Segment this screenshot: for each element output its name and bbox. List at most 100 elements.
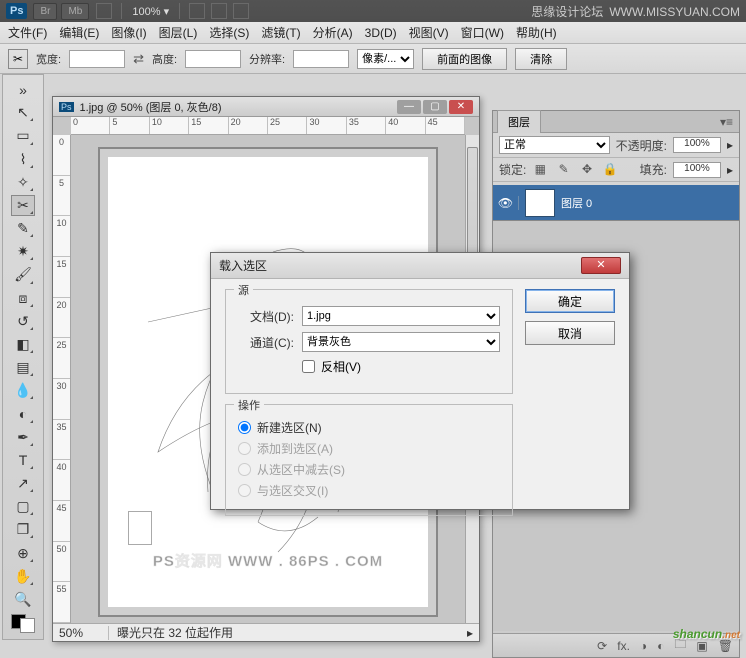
intersect-selection-label: 与选区交叉(I) bbox=[257, 482, 328, 499]
arrange-icon[interactable] bbox=[211, 3, 227, 19]
pen-tool[interactable]: ✒ bbox=[11, 427, 35, 448]
divider bbox=[179, 3, 180, 19]
menu-window[interactable]: 窗口(W) bbox=[461, 24, 504, 41]
eyedropper-tool[interactable]: ✎ bbox=[11, 218, 35, 239]
close-button[interactable]: ✕ bbox=[449, 100, 473, 114]
3d-camera-tool[interactable]: ⊕ bbox=[11, 542, 35, 563]
add-selection-radio bbox=[238, 442, 251, 455]
gradient-tool[interactable]: ▤ bbox=[11, 357, 35, 378]
ruler-vertical: 0510152025303540455055 bbox=[53, 135, 71, 623]
options-bar: ✂ 宽度: ⇄ 高度: 分辨率: 像素/... 前面的图像 清除 bbox=[0, 44, 746, 74]
lock-all-icon[interactable]: 🔒 bbox=[602, 162, 618, 178]
move-tool[interactable]: ↖ bbox=[11, 102, 35, 123]
clear-button[interactable]: 清除 bbox=[515, 48, 567, 70]
new-selection-radio[interactable] bbox=[238, 421, 251, 434]
opacity-value[interactable]: 100% bbox=[673, 137, 721, 153]
menu-image[interactable]: 图像(I) bbox=[111, 24, 146, 41]
layer-name[interactable]: 图层 0 bbox=[561, 195, 592, 211]
opacity-arrow-icon[interactable]: ▸ bbox=[727, 138, 733, 152]
invert-checkbox[interactable] bbox=[302, 360, 315, 373]
eraser-tool[interactable]: ◧ bbox=[11, 334, 35, 355]
menu-select[interactable]: 选择(S) bbox=[209, 24, 249, 41]
brush-tool[interactable]: 🖌 bbox=[11, 264, 35, 285]
3d-tool[interactable]: ❐ bbox=[11, 519, 35, 540]
brand-bar: Ps Br Mb 100% ▾ 思缘设计论坛 WWW.MISSYUAN.COM bbox=[0, 0, 746, 22]
subtract-selection-label: 从选区中减去(S) bbox=[257, 461, 345, 478]
ok-button[interactable]: 确定 bbox=[525, 289, 615, 313]
layers-tab[interactable]: 图层 bbox=[497, 110, 541, 133]
front-image-button[interactable]: 前面的图像 bbox=[422, 48, 507, 70]
history-brush-tool[interactable]: ↺ bbox=[11, 311, 35, 332]
watermark-text: PS资源网 WWW . 86PS . COM bbox=[100, 550, 436, 571]
document-select[interactable]: 1.jpg bbox=[302, 306, 500, 326]
document-label: 文档(D): bbox=[238, 308, 294, 325]
visibility-icon[interactable]: 👁 bbox=[493, 196, 519, 210]
menu-3d[interactable]: 3D(D) bbox=[365, 26, 397, 40]
toolbox: » ↖ ▭ ⌇ ✧ ✂ ✎ ✷ 🖌 ⧈ ↺ ◧ ▤ 💧 ◐ ✒ T ↗ ▢ ❐ … bbox=[2, 74, 44, 640]
panel-menu-icon[interactable]: ▾≡ bbox=[714, 115, 739, 129]
zoom-tool[interactable]: 🔍 bbox=[11, 589, 35, 610]
cancel-button[interactable]: 取消 bbox=[525, 321, 615, 345]
swap-icon[interactable]: ⇄ bbox=[133, 51, 144, 67]
layer-item[interactable]: 👁 图层 0 bbox=[493, 185, 739, 221]
screen-mode-icon[interactable] bbox=[233, 3, 249, 19]
hand-icon[interactable] bbox=[189, 3, 205, 19]
ps-logo-icon: Ps bbox=[6, 3, 27, 19]
fill-label: 填充: bbox=[640, 161, 667, 178]
marquee-tool[interactable]: ▭ bbox=[11, 125, 35, 146]
dialog-close-button[interactable]: ✕ bbox=[581, 257, 621, 274]
blend-mode-select[interactable]: 正常 bbox=[499, 136, 610, 154]
minibridge-button[interactable]: Mb bbox=[61, 3, 89, 20]
shape-tool[interactable]: ▢ bbox=[11, 496, 35, 517]
rulers-icon[interactable] bbox=[96, 3, 112, 19]
dodge-tool[interactable]: ◐ bbox=[11, 403, 35, 424]
intersect-selection-radio bbox=[238, 484, 251, 497]
lasso-tool[interactable]: ⌇ bbox=[11, 149, 35, 170]
width-input[interactable] bbox=[69, 50, 125, 68]
minimize-button[interactable]: — bbox=[397, 100, 421, 114]
path-tool[interactable]: ↗ bbox=[11, 473, 35, 494]
lock-transparent-icon[interactable]: ▦ bbox=[532, 162, 548, 178]
fill-arrow-icon[interactable]: ▸ bbox=[727, 163, 733, 177]
lock-pixels-icon[interactable]: ✎ bbox=[556, 162, 572, 178]
menu-analysis[interactable]: 分析(A) bbox=[313, 24, 353, 41]
zoom-value[interactable]: 50% bbox=[59, 626, 109, 640]
type-tool[interactable]: T bbox=[11, 450, 35, 471]
resolution-input[interactable] bbox=[293, 50, 349, 68]
bridge-button[interactable]: Br bbox=[33, 3, 57, 20]
layer-mask-icon[interactable]: ◑ bbox=[640, 639, 647, 653]
zoom-percent[interactable]: 100% ▾ bbox=[132, 5, 169, 18]
opacity-label: 不透明度: bbox=[616, 137, 667, 154]
menu-layer[interactable]: 图层(L) bbox=[159, 24, 198, 41]
adjustment-layer-icon[interactable]: ◐ bbox=[657, 639, 664, 653]
color-swatch[interactable] bbox=[9, 612, 37, 635]
stamp-tool[interactable]: ⧈ bbox=[11, 288, 35, 309]
dialog-titlebar[interactable]: 载入选区 ✕ bbox=[211, 253, 629, 279]
status-arrow-icon[interactable]: ▸ bbox=[467, 626, 473, 640]
layer-style-icon[interactable]: fx. bbox=[617, 639, 630, 653]
menu-file[interactable]: 文件(F) bbox=[8, 24, 47, 41]
source-group: 源 文档(D): 1.jpg 通道(C): 背景灰色 反相(V) bbox=[225, 289, 513, 394]
channel-select[interactable]: 背景灰色 bbox=[302, 332, 500, 352]
menu-edit[interactable]: 编辑(E) bbox=[59, 24, 99, 41]
link-layers-icon[interactable]: ⟳ bbox=[597, 639, 607, 653]
hand-tool[interactable]: ✋ bbox=[11, 566, 35, 587]
menu-view[interactable]: 视图(V) bbox=[409, 24, 449, 41]
height-input[interactable] bbox=[185, 50, 241, 68]
maximize-button[interactable]: ▢ bbox=[423, 100, 447, 114]
blur-tool[interactable]: 💧 bbox=[11, 380, 35, 401]
crop-tool[interactable]: ✂ bbox=[11, 195, 35, 216]
healing-tool[interactable]: ✷ bbox=[11, 241, 35, 262]
arrow-toggle-icon[interactable]: » bbox=[11, 79, 35, 100]
layer-thumbnail[interactable] bbox=[525, 189, 555, 217]
lock-position-icon[interactable]: ✥ bbox=[579, 162, 595, 178]
dialog-title: 载入选区 bbox=[219, 257, 581, 274]
invert-label: 反相(V) bbox=[321, 358, 361, 375]
crop-tool-icon[interactable]: ✂ bbox=[8, 49, 28, 69]
document-titlebar[interactable]: Ps 1.jpg @ 50% (图层 0, 灰色/8) — ▢ ✕ bbox=[53, 97, 479, 117]
menu-help[interactable]: 帮助(H) bbox=[516, 24, 557, 41]
fill-value[interactable]: 100% bbox=[673, 162, 721, 178]
wand-tool[interactable]: ✧ bbox=[11, 172, 35, 193]
unit-select[interactable]: 像素/... bbox=[357, 49, 414, 69]
menu-filter[interactable]: 滤镜(T) bbox=[261, 24, 300, 41]
